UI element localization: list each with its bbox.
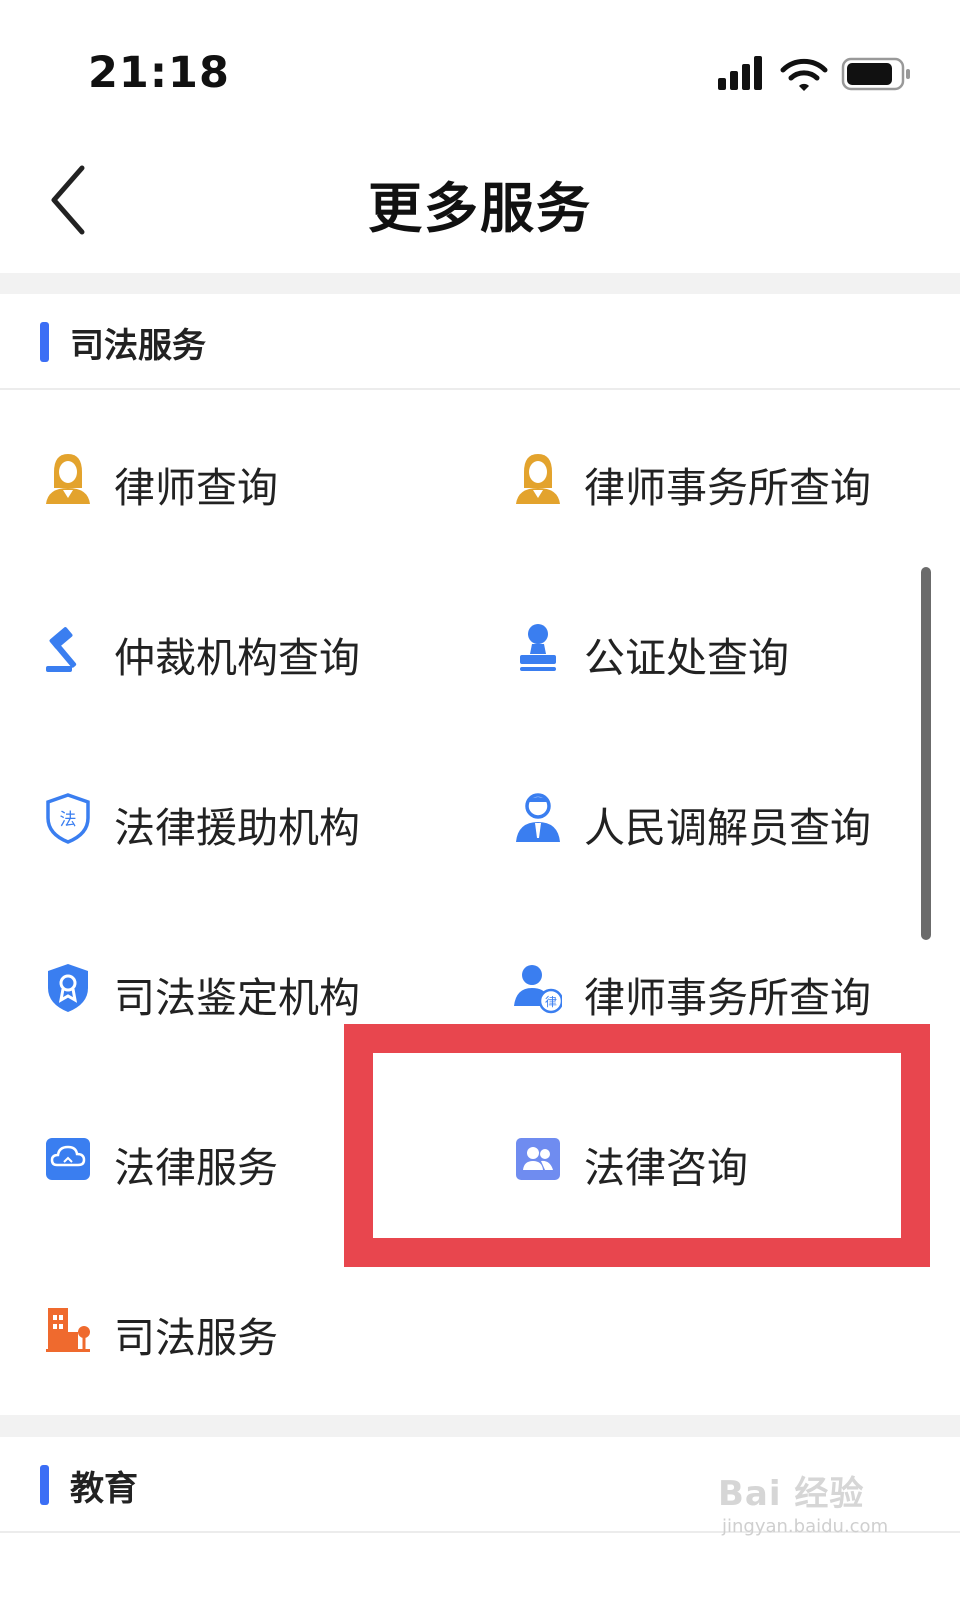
shield-law-icon: 法: [44, 792, 92, 844]
service-label: 律师事务所查询: [584, 974, 871, 1022]
battery-icon: [841, 57, 910, 91]
lawyer-badge-icon: 律: [514, 962, 564, 1014]
watermark: Bai 经验 jingyan.baidu.com: [718, 1466, 898, 1550]
cloud-service-icon: [44, 1132, 92, 1184]
nav-bar: 更多服务: [0, 130, 960, 273]
section-title: 司法服务: [70, 326, 206, 366]
section-header: 司法服务: [0, 294, 960, 390]
service-item-legal-aid[interactable]: 法 法律援助机构: [44, 778, 494, 858]
service-label: 人民调解员查询: [584, 804, 871, 852]
svg-text:法: 法: [60, 810, 77, 830]
service-item-arbitration-query[interactable]: 仲裁机构查询: [44, 608, 494, 688]
service-label: 律师查询: [114, 464, 278, 512]
service-item-judicial-service[interactable]: 司法服务: [44, 1288, 494, 1368]
appraisal-shield-icon: [44, 962, 92, 1014]
service-item-law-firm-query-2[interactable]: 律 律师事务所查询: [514, 948, 960, 1028]
service-item-lawyer-query[interactable]: 律师查询: [44, 438, 494, 518]
service-label: 司法鉴定机构: [114, 974, 360, 1022]
service-label: 律师事务所查询: [584, 464, 871, 512]
status-bar: 21:18: [0, 0, 960, 130]
section-accent-bar: [40, 1465, 49, 1505]
wifi-icon: [780, 58, 828, 91]
service-item-mediator-query[interactable]: 人民调解员查询: [514, 778, 960, 858]
service-item-notary-query[interactable]: 公证处查询: [514, 608, 960, 688]
signal-icon: [718, 56, 762, 90]
service-label: 仲裁机构查询: [114, 634, 360, 682]
svg-text:律: 律: [545, 995, 557, 1009]
building-icon: [44, 1302, 92, 1354]
service-label: 法律服务: [114, 1144, 278, 1192]
service-item-judicial-appraisal[interactable]: 司法鉴定机构: [44, 948, 494, 1028]
lawyer-icon: [514, 452, 562, 504]
mediator-icon: [514, 792, 562, 844]
service-item-law-firm-query[interactable]: 律师事务所查询: [514, 438, 960, 518]
watermark-url: jingyan.baidu.com: [722, 1516, 889, 1537]
service-label: 法律援助机构: [114, 804, 360, 852]
status-icons: [718, 54, 918, 94]
service-label: 司法服务: [114, 1314, 278, 1362]
scrollbar[interactable]: [921, 567, 931, 940]
status-time: 21:18: [88, 48, 230, 98]
gavel-icon: [44, 622, 92, 674]
watermark-logo: Bai 经验: [718, 1474, 865, 1514]
highlight-box: [344, 1024, 930, 1267]
section-accent-bar: [40, 322, 49, 362]
section-title: 教育: [70, 1469, 138, 1509]
page-title: 更多服务: [368, 177, 592, 240]
service-label: 公证处查询: [584, 634, 789, 682]
notary-icon: [514, 622, 562, 674]
lawyer-icon: [44, 452, 92, 504]
